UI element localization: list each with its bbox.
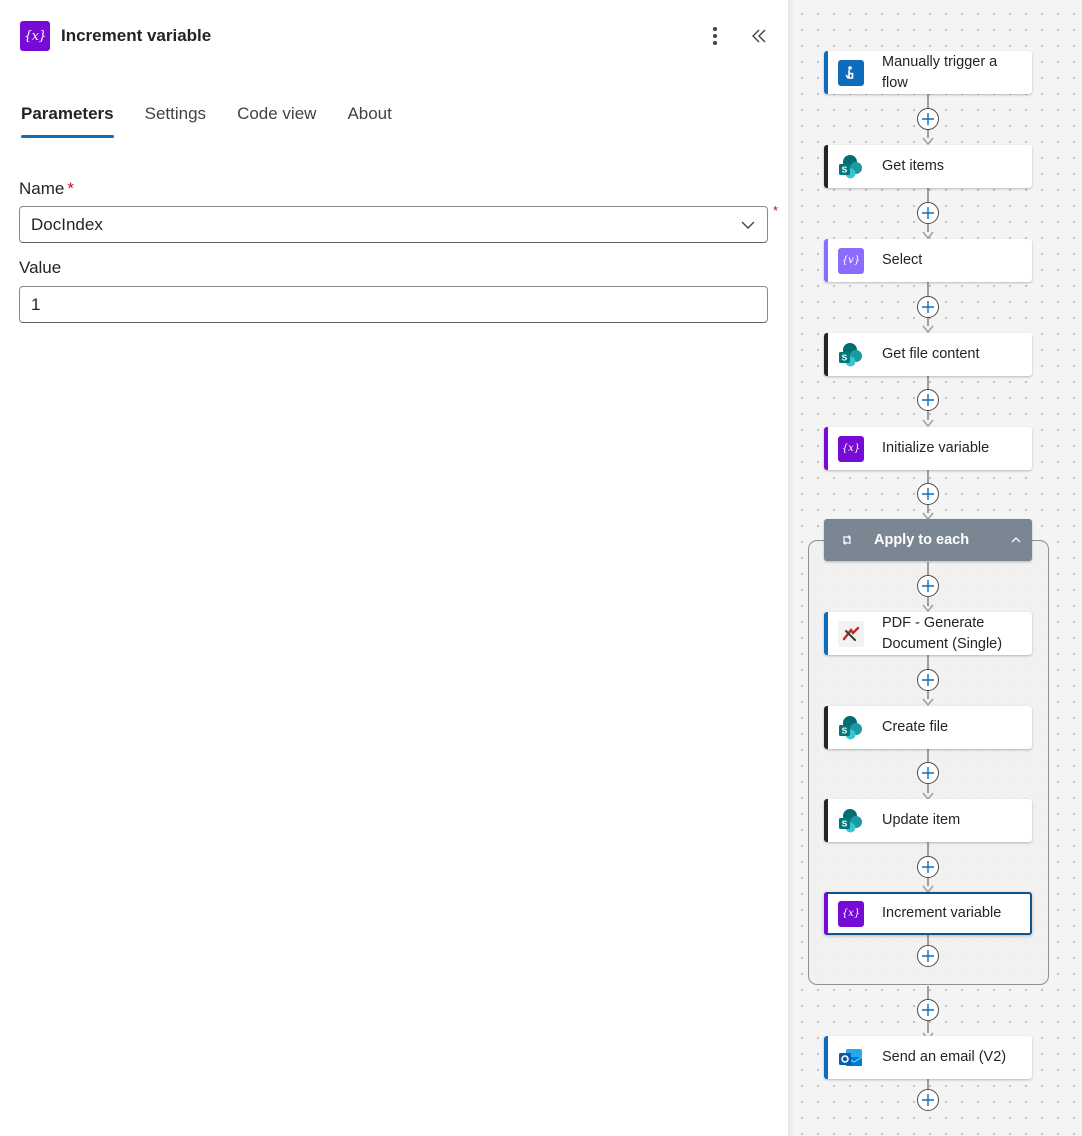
name-dropdown[interactable]: DocIndex bbox=[19, 206, 768, 243]
flow-step-get-file-content[interactable]: S Get file content bbox=[824, 333, 1032, 376]
plus-icon bbox=[922, 301, 934, 313]
apply-to-each-label: Apply to each bbox=[874, 532, 970, 548]
flow-step-increment-variable[interactable]: {x} Increment variable bbox=[824, 892, 1032, 935]
insert-step-button[interactable] bbox=[917, 669, 939, 691]
app-window: {x} Increment variable Parameters Settin… bbox=[0, 0, 1082, 1136]
sharepoint-icon: S bbox=[838, 715, 864, 741]
pdf-document-icon bbox=[838, 620, 864, 647]
required-marker: * bbox=[67, 179, 74, 198]
panel-header: {x} Increment variable bbox=[20, 20, 770, 52]
flow-step-label: Get items bbox=[882, 158, 945, 174]
collapse-panel-button[interactable] bbox=[748, 21, 770, 51]
flow-step-select[interactable]: {v} Select bbox=[824, 239, 1032, 282]
svg-text:S: S bbox=[842, 818, 848, 828]
flow-step-label: Manually trigger a flow bbox=[882, 53, 998, 91]
arrow-down-icon bbox=[922, 325, 934, 333]
flow-designer-canvas[interactable]: Manually trigger a flow S Get items {v} … bbox=[788, 0, 1082, 1136]
action-properties-panel: {x} Increment variable Parameters Settin… bbox=[0, 0, 788, 1136]
tab-code-view[interactable]: Code view bbox=[237, 104, 316, 138]
plus-icon bbox=[922, 861, 934, 873]
double-chevron-left-icon bbox=[752, 29, 766, 43]
plus-icon bbox=[922, 950, 934, 962]
insert-step-button[interactable] bbox=[917, 575, 939, 597]
insert-step-button[interactable] bbox=[917, 1089, 939, 1111]
plus-icon bbox=[922, 113, 934, 125]
required-indicator: * bbox=[773, 203, 779, 218]
flow-step-get-items[interactable]: S Get items bbox=[824, 145, 1032, 188]
flow-step-initialize-variable[interactable]: {x} Initialize variable bbox=[824, 427, 1032, 470]
sharepoint-icon: S bbox=[838, 808, 864, 834]
insert-step-button[interactable] bbox=[917, 762, 939, 784]
panel-title: Increment variable bbox=[61, 26, 212, 45]
sharepoint-icon: S bbox=[838, 154, 864, 180]
chevron-up-icon[interactable] bbox=[1010, 534, 1022, 546]
manual-trigger-icon bbox=[838, 59, 864, 86]
variable-icon: {x} bbox=[838, 900, 864, 927]
arrow-down-icon bbox=[922, 231, 934, 239]
arrow-down-icon bbox=[922, 137, 934, 145]
arrow-down-icon bbox=[922, 604, 934, 612]
svg-text:S: S bbox=[842, 725, 848, 735]
plus-icon bbox=[922, 580, 934, 592]
insert-step-button[interactable] bbox=[917, 999, 939, 1021]
arrow-down-icon bbox=[922, 419, 934, 427]
svg-text:S: S bbox=[842, 164, 848, 174]
data-operation-icon: {v} bbox=[838, 247, 864, 274]
panel-tabs: Parameters Settings Code view About bbox=[21, 104, 392, 138]
flow-step-label: Select bbox=[882, 252, 923, 268]
tab-settings[interactable]: Settings bbox=[145, 104, 206, 138]
plus-icon bbox=[922, 207, 934, 219]
insert-step-button[interactable] bbox=[917, 296, 939, 318]
plus-icon bbox=[922, 488, 934, 500]
flow-step-label: Initialize variable bbox=[882, 440, 990, 456]
insert-step-button[interactable] bbox=[917, 483, 939, 505]
name-field-label: Name * bbox=[19, 179, 74, 199]
flow-step-label: Increment variable bbox=[882, 905, 1002, 921]
apply-to-each-header[interactable]: Apply to each bbox=[824, 519, 1032, 561]
plus-icon bbox=[922, 394, 934, 406]
value-input-text: 1 bbox=[31, 294, 41, 314]
insert-step-button[interactable] bbox=[917, 108, 939, 130]
more-options-button[interactable] bbox=[703, 21, 727, 51]
insert-step-button[interactable] bbox=[917, 945, 939, 967]
flow-step-manual-trigger[interactable]: Manually trigger a flow bbox=[824, 51, 1032, 94]
chevron-down-icon bbox=[740, 217, 756, 233]
name-label-text: Name bbox=[19, 179, 65, 198]
variable-icon: {x} bbox=[838, 435, 864, 462]
tab-parameters[interactable]: Parameters bbox=[21, 104, 114, 138]
arrow-down-icon bbox=[922, 698, 934, 706]
variable-icon: {x} bbox=[20, 21, 50, 51]
flow-step-pdf-generate-document[interactable]: PDF - Generate Document (Single) bbox=[824, 612, 1032, 655]
plus-icon bbox=[922, 674, 934, 686]
canvas-edge-shadow bbox=[788, 0, 794, 1136]
insert-step-button[interactable] bbox=[917, 389, 939, 411]
more-vertical-icon bbox=[713, 27, 717, 31]
value-field-label: Value bbox=[19, 258, 62, 277]
loop-icon bbox=[843, 535, 851, 545]
outlook-icon bbox=[838, 1045, 864, 1071]
value-input[interactable]: 1 bbox=[19, 286, 768, 323]
flow-step-label: Get file content bbox=[882, 346, 980, 362]
flow-step-update-item[interactable]: S Update item bbox=[824, 799, 1032, 842]
plus-icon bbox=[922, 1094, 934, 1106]
tab-about[interactable]: About bbox=[347, 104, 391, 138]
name-dropdown-value: DocIndex bbox=[31, 214, 103, 234]
sharepoint-icon: S bbox=[838, 342, 864, 368]
flow-step-label: Create file bbox=[882, 719, 949, 735]
flow-step-create-file[interactable]: S Create file bbox=[824, 706, 1032, 749]
flow-step-send-email[interactable]: Send an email (V2) bbox=[824, 1036, 1032, 1079]
insert-step-button[interactable] bbox=[917, 202, 939, 224]
flow-step-label: Update item bbox=[882, 812, 961, 828]
flow-step-label: Send an email (V2) bbox=[882, 1049, 1007, 1065]
insert-step-button[interactable] bbox=[917, 856, 939, 878]
flow-step-label: PDF - Generate Document (Single) bbox=[882, 614, 1003, 652]
plus-icon bbox=[922, 767, 934, 779]
plus-icon bbox=[922, 1004, 934, 1016]
svg-text:S: S bbox=[842, 352, 848, 362]
